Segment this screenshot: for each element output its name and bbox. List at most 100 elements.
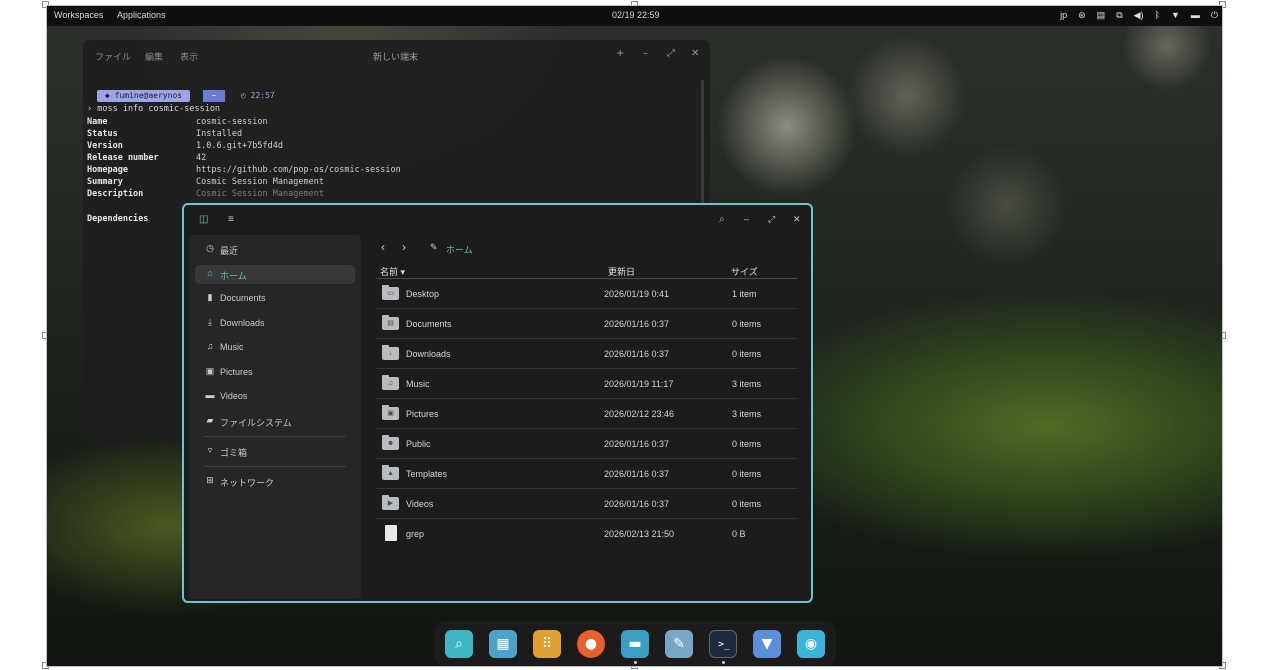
- close-button[interactable]: ✕: [793, 214, 801, 225]
- forward-button[interactable]: ›: [402, 240, 406, 254]
- file-name: Desktop: [406, 289, 440, 299]
- file-name: Documents: [406, 319, 452, 329]
- terminal-menu-edit[interactable]: 編集: [145, 50, 163, 63]
- store-app-icon[interactable]: ▼: [753, 630, 781, 658]
- file-name: Public: [406, 439, 431, 449]
- info-value: 1.0.6.git+7b5fd4d: [196, 141, 283, 151]
- terminal-app-icon[interactable]: >_: [709, 630, 737, 658]
- breadcrumb[interactable]: ホーム: [446, 243, 473, 256]
- info-key: Version: [87, 141, 123, 151]
- sidebar-item-music[interactable]: ♫ Music: [195, 338, 355, 357]
- workspaces-app-icon[interactable]: ▦: [489, 630, 517, 658]
- file-modified: 2026/01/16 0:37: [604, 499, 670, 509]
- notifications-icon[interactable]: ▬: [1191, 9, 1200, 22]
- text-editor-app-icon[interactable]: ✎: [665, 630, 693, 658]
- top-panel: Workspaces Applications 02/19 22:59 jp ⊛…: [47, 6, 1222, 26]
- bluetooth-icon[interactable]: ᛒ: [1155, 9, 1160, 22]
- terminal-menu-view[interactable]: 表示: [180, 50, 198, 63]
- file-name: Templates: [406, 469, 448, 479]
- prompt-dir: ~: [203, 90, 225, 102]
- sidebar-item-videos[interactable]: ▬ Videos: [195, 387, 355, 406]
- music-icon: ♫: [206, 341, 214, 351]
- folder-templates-icon: ▲: [382, 465, 399, 480]
- info-value: Cosmic Session Management: [196, 177, 324, 187]
- volume-icon[interactable]: ◀): [1134, 9, 1144, 22]
- table-row[interactable]: ▣ Pictures 2026/02/12 23:46 3 items: [376, 399, 797, 429]
- settings-app-icon[interactable]: ◉: [797, 630, 825, 658]
- wifi-icon[interactable]: ▼: [1171, 9, 1180, 22]
- app-library-icon[interactable]: ⠿: [533, 630, 561, 658]
- info-key: Description: [87, 189, 144, 199]
- folder-public-icon: ☻: [382, 435, 399, 450]
- info-key: Release number: [87, 153, 159, 163]
- launcher-app-icon[interactable]: ⌕: [445, 630, 473, 658]
- new-tab-button[interactable]: +: [616, 48, 624, 59]
- sidebar-item-label: Videos: [220, 391, 248, 401]
- table-row[interactable]: ☻ Public 2026/01/16 0:37 0 items: [376, 429, 797, 459]
- maximize-button[interactable]: ⤢: [667, 48, 675, 59]
- close-button[interactable]: ✕: [691, 48, 699, 59]
- accessibility-icon[interactable]: ⊛: [1078, 9, 1086, 22]
- sidebar-item-label: ファイルシステム: [220, 418, 292, 428]
- file-modified: 2026/01/16 0:37: [604, 469, 670, 479]
- clock[interactable]: 02/19 22:59: [612, 10, 660, 20]
- folder-icon: ▰: [206, 415, 214, 425]
- prompt-user-text: fumine@aerynos: [114, 91, 183, 100]
- running-indicator: [634, 661, 637, 664]
- sidebar-item-home[interactable]: ⌂ ホーム: [195, 265, 355, 284]
- sidebar-item-recent[interactable]: ◷ 最近: [195, 240, 355, 259]
- info-value: https://github.com/pop-os/cosmic-session: [196, 165, 401, 175]
- applications-button[interactable]: Applications: [117, 10, 166, 20]
- table-row[interactable]: ▤ Documents 2026/01/16 0:37 0 items: [376, 309, 797, 339]
- file-modified: 2026/02/13 21:50: [604, 529, 675, 539]
- edit-path-icon[interactable]: ✎: [430, 242, 438, 253]
- terminal-menu-file[interactable]: ファイル: [95, 50, 131, 63]
- sidebar-item-label: Music: [220, 342, 244, 352]
- sidebar-item-pictures[interactable]: ▣ Pictures: [195, 363, 355, 382]
- maximize-button[interactable]: ⤢: [768, 214, 775, 225]
- sidebar-toggle-icon[interactable]: ◫: [199, 214, 208, 225]
- table-row[interactable]: ♫ Music 2026/01/19 11:17 3 items: [376, 369, 797, 399]
- network-wired-icon[interactable]: ⧉: [1116, 9, 1122, 22]
- file-manager-window[interactable]: ◫ ≡ ⌕ – ⤢ ✕ ◷ 最近 ⌂ ホーム ▮ Documents ⤓ Downloa…: [182, 203, 813, 603]
- input-method-indicator[interactable]: jp: [1060, 9, 1067, 22]
- power-icon[interactable]: ⏻: [1211, 9, 1218, 22]
- folder-videos-icon: ▶: [382, 495, 399, 510]
- info-value: Installed: [196, 129, 243, 139]
- file-name: grep: [406, 529, 425, 539]
- workspaces-button[interactable]: Workspaces: [54, 10, 103, 20]
- minimize-button[interactable]: –: [744, 214, 749, 224]
- sidebar-item-filesystem[interactable]: ▰ ファイルシステム: [195, 412, 355, 431]
- sidebar-item-label: Documents: [220, 293, 266, 303]
- sort-down-icon: ▾: [400, 267, 406, 277]
- info-row: Name cosmic-session: [87, 116, 687, 128]
- system-tray: jp ⊛ ▤ ⧉ ◀) ᛒ ▼ ▬ ⏻: [1060, 9, 1218, 22]
- info-row: Release number 42: [87, 152, 687, 164]
- prompt-user: ◆ fumine@aerynos: [97, 90, 191, 102]
- column-name[interactable]: 名前 ▾: [380, 265, 405, 278]
- table-row[interactable]: grep 2026/02/13 21:50 0 B: [376, 519, 797, 549]
- files-app-icon[interactable]: ▬: [621, 630, 649, 658]
- table-row[interactable]: ▶ Videos 2026/01/16 0:37 0 items: [376, 489, 797, 519]
- back-button[interactable]: ‹: [381, 240, 385, 254]
- sidebar-divider: [204, 466, 346, 467]
- table-row[interactable]: ▭ Desktop 2026/01/19 0:41 1 item: [376, 279, 797, 309]
- folder-pictures-icon: ▣: [382, 405, 399, 420]
- minimize-button[interactable]: –: [643, 48, 648, 59]
- apple-icon: ◆: [105, 91, 115, 100]
- table-row[interactable]: ▲ Templates 2026/01/16 0:37 0 items: [376, 459, 797, 489]
- keyboard-icon[interactable]: ▤: [1097, 9, 1106, 22]
- search-icon[interactable]: ⌕: [719, 214, 725, 225]
- firefox-app-icon[interactable]: ●: [577, 630, 605, 658]
- sidebar-item-documents[interactable]: ▮ Documents: [195, 289, 355, 308]
- sidebar-item-downloads[interactable]: ⤓ Downloads: [195, 314, 355, 333]
- home-icon: ⌂: [207, 268, 213, 278]
- sidebar-item-network[interactable]: ⊞ ネットワーク: [195, 472, 355, 491]
- menu-icon[interactable]: ≡: [228, 214, 234, 225]
- column-modified[interactable]: 更新日: [608, 265, 635, 278]
- sidebar-item-trash[interactable]: ▿ ゴミ箱: [195, 442, 355, 461]
- table-row[interactable]: ↓ Downloads 2026/01/16 0:37 0 items: [376, 339, 797, 369]
- column-size[interactable]: サイズ: [731, 265, 758, 278]
- file-size: 0 items: [732, 319, 762, 329]
- sidebar-divider: [204, 436, 346, 437]
